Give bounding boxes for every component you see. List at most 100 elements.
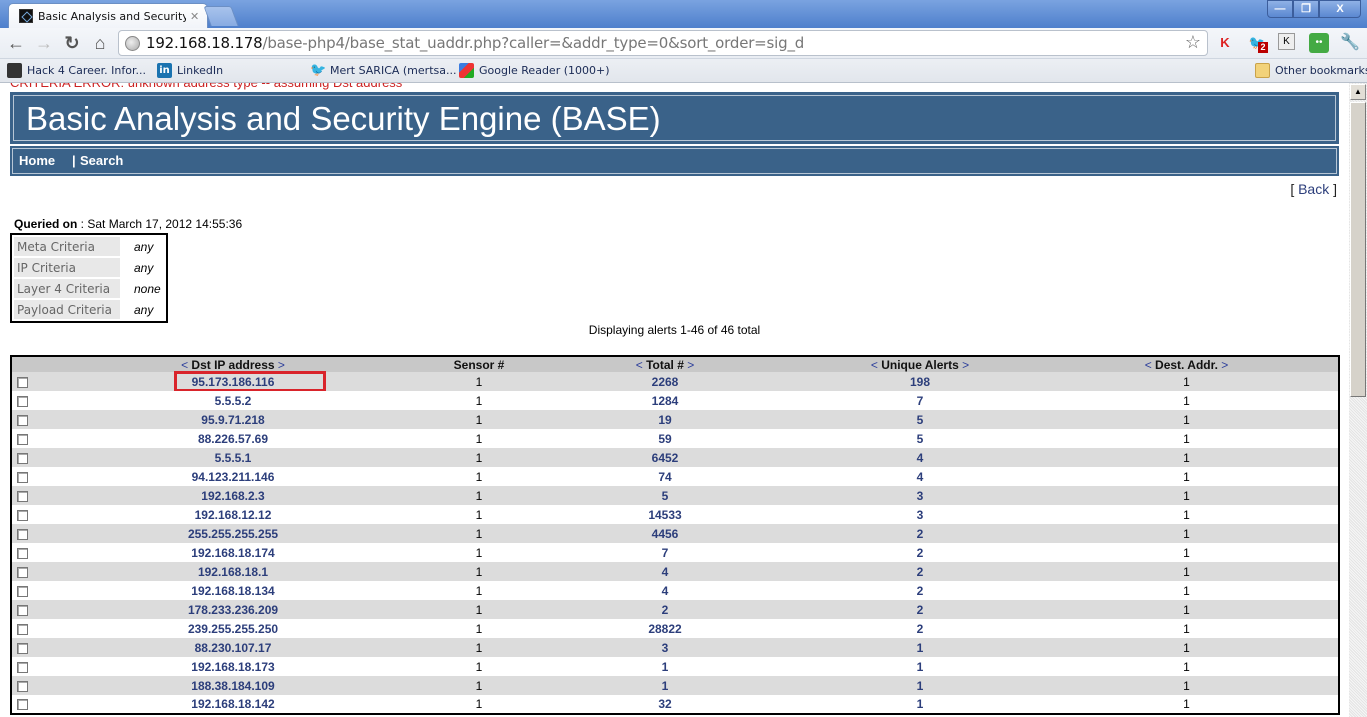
nav-search-link[interactable]: Search xyxy=(80,153,123,168)
total-link[interactable]: 28822 xyxy=(648,622,681,636)
twitter-extension-icon[interactable]: 🐦 2 xyxy=(1247,33,1268,53)
row-checkbox[interactable] xyxy=(17,490,28,502)
other-bookmarks[interactable]: Other bookmarks xyxy=(1255,63,1367,78)
scroll-up-arrow-icon[interactable]: ▲ xyxy=(1350,84,1366,100)
total-link[interactable]: 1284 xyxy=(652,394,679,408)
scrollbar-thumb[interactable] xyxy=(1350,102,1366,397)
unique-alerts-link[interactable]: 2 xyxy=(917,565,924,579)
unique-alerts-link[interactable]: 2 xyxy=(917,527,924,541)
unique-alerts-link[interactable]: 3 xyxy=(917,489,924,503)
back-link[interactable]: Back xyxy=(1298,181,1329,197)
row-checkbox[interactable] xyxy=(17,395,28,407)
unique-alerts-link[interactable]: 2 xyxy=(917,622,924,636)
wrench-menu-icon[interactable]: 🔧 xyxy=(1340,33,1360,53)
unique-alerts-link[interactable]: 4 xyxy=(917,470,924,484)
dst-ip-link[interactable]: 192.168.18.134 xyxy=(191,584,274,598)
unique-alerts-link[interactable]: 2 xyxy=(917,546,924,560)
row-checkbox[interactable] xyxy=(17,376,28,388)
forward-arrow-icon[interactable]: → xyxy=(33,32,55,54)
dst-ip-link[interactable]: 5.5.5.2 xyxy=(215,394,252,408)
total-link[interactable]: 4 xyxy=(662,565,669,579)
dst-ip-link[interactable]: 94.123.211.146 xyxy=(192,470,275,484)
bookmark-star-icon[interactable]: ☆ xyxy=(1185,32,1201,53)
total-link[interactable]: 19 xyxy=(658,413,671,427)
unique-alerts-link[interactable]: 198 xyxy=(910,375,930,389)
unique-alerts-link[interactable]: 2 xyxy=(917,584,924,598)
row-checkbox[interactable] xyxy=(17,528,28,540)
row-checkbox[interactable] xyxy=(17,623,28,635)
dst-ip-link[interactable]: 192.168.18.1 xyxy=(198,565,268,579)
dst-ip-link[interactable]: 5.5.5.1 xyxy=(215,451,252,465)
dst-ip-link[interactable]: 192.168.12.12 xyxy=(195,508,272,522)
row-checkbox[interactable] xyxy=(17,471,28,483)
row-checkbox[interactable] xyxy=(17,661,28,673)
total-link[interactable]: 1 xyxy=(662,679,669,693)
dst-ip-link[interactable]: 192.168.18.173 xyxy=(191,660,274,674)
row-checkbox[interactable] xyxy=(17,547,28,559)
new-tab-button[interactable] xyxy=(203,6,239,26)
bookmark-twitter[interactable]: 🐦 Mert SARICA (mertsa... xyxy=(310,63,456,78)
total-link[interactable]: 74 xyxy=(658,470,671,484)
restore-button[interactable]: ❐ xyxy=(1293,0,1319,18)
dst-ip-link[interactable]: 95.173.186.116 xyxy=(192,375,275,389)
vertical-scrollbar[interactable]: ▲ xyxy=(1349,83,1367,717)
row-checkbox[interactable] xyxy=(17,566,28,578)
dst-ip-link[interactable]: 188.38.184.109 xyxy=(191,679,274,693)
sort-desc-link[interactable]: > xyxy=(1221,358,1228,372)
unique-alerts-link[interactable]: 4 xyxy=(917,451,924,465)
back-arrow-icon[interactable]: ← xyxy=(5,32,27,54)
dst-ip-link[interactable]: 95.9.71.218 xyxy=(201,413,264,427)
nav-home-link[interactable]: Home xyxy=(19,153,55,168)
minimize-button[interactable]: — xyxy=(1267,0,1293,18)
row-checkbox[interactable] xyxy=(17,680,28,692)
unique-alerts-link[interactable]: 1 xyxy=(917,641,924,655)
dst-ip-link[interactable]: 255.255.255.255 xyxy=(188,527,278,541)
total-link[interactable]: 1 xyxy=(662,660,669,674)
unique-alerts-link[interactable]: 1 xyxy=(917,679,924,693)
keyboard-extension-icon[interactable]: K xyxy=(1278,33,1295,50)
roboform-extension-icon[interactable]: •• xyxy=(1309,33,1329,53)
row-checkbox[interactable] xyxy=(17,509,28,521)
bookmark-linkedin[interactable]: in LinkedIn xyxy=(157,63,223,78)
home-icon[interactable]: ⌂ xyxy=(89,32,111,54)
unique-alerts-link[interactable]: 5 xyxy=(917,432,924,446)
row-checkbox[interactable] xyxy=(17,585,28,597)
total-link[interactable]: 4456 xyxy=(652,527,679,541)
dst-ip-link[interactable]: 239.255.255.250 xyxy=(188,622,278,636)
unique-alerts-link[interactable]: 2 xyxy=(917,603,924,617)
total-link[interactable]: 2268 xyxy=(652,375,679,389)
dst-ip-link[interactable]: 88.230.107.17 xyxy=(195,641,272,655)
dst-ip-link[interactable]: 192.168.18.174 xyxy=(191,546,274,560)
sort-asc-link[interactable]: < xyxy=(871,358,878,372)
total-link[interactable]: 5 xyxy=(662,489,669,503)
sort-desc-link[interactable]: > xyxy=(687,358,694,372)
row-checkbox[interactable] xyxy=(17,452,28,464)
unique-alerts-link[interactable]: 3 xyxy=(917,508,924,522)
browser-tab-active[interactable]: Basic Analysis and Security En ✕ xyxy=(8,3,208,28)
tab-close-icon[interactable]: ✕ xyxy=(190,10,199,23)
total-link[interactable]: 2 xyxy=(662,603,669,617)
total-link[interactable]: 59 xyxy=(658,432,671,446)
total-link[interactable]: 3 xyxy=(662,641,669,655)
dst-ip-link[interactable]: 88.226.57.69 xyxy=(198,432,268,446)
total-link[interactable]: 14533 xyxy=(648,508,681,522)
sort-asc-link[interactable]: < xyxy=(636,358,643,372)
row-checkbox[interactable] xyxy=(17,699,28,711)
unique-alerts-link[interactable]: 1 xyxy=(917,660,924,674)
unique-alerts-link[interactable]: 1 xyxy=(917,697,924,711)
total-link[interactable]: 7 xyxy=(662,546,669,560)
sort-asc-link[interactable]: < xyxy=(181,358,188,372)
unique-alerts-link[interactable]: 5 xyxy=(917,413,924,427)
sort-desc-link[interactable]: > xyxy=(962,358,969,372)
bookmark-hack4career[interactable]: Hack 4 Career. Infor... xyxy=(7,63,146,78)
close-window-button[interactable]: X xyxy=(1319,0,1361,18)
dst-ip-link[interactable]: 192.168.18.142 xyxy=(191,697,274,711)
kaspersky-extension-icon[interactable]: K xyxy=(1215,33,1235,53)
unique-alerts-link[interactable]: 7 xyxy=(917,394,924,408)
row-checkbox[interactable] xyxy=(17,604,28,616)
reload-icon[interactable]: ↻ xyxy=(61,32,83,54)
total-link[interactable]: 6452 xyxy=(652,451,679,465)
row-checkbox[interactable] xyxy=(17,433,28,445)
dst-ip-link[interactable]: 192.168.2.3 xyxy=(201,489,264,503)
sort-asc-link[interactable]: < xyxy=(1145,358,1152,372)
